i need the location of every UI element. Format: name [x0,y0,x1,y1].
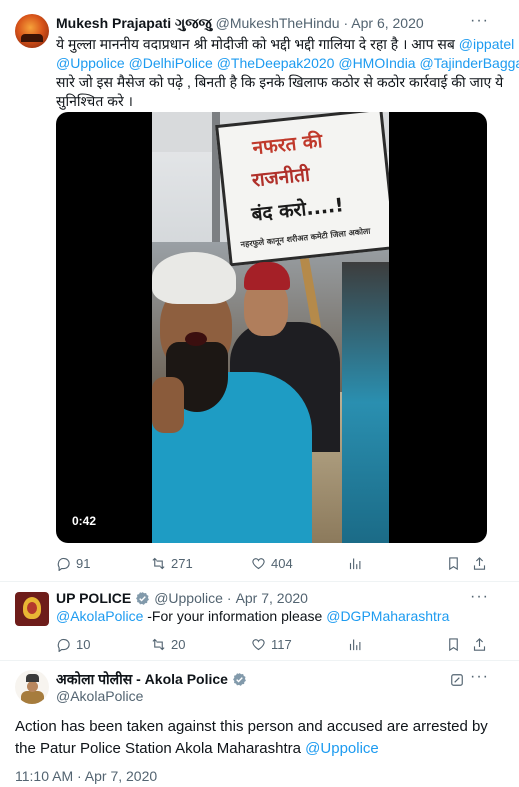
video-person [152,377,184,433]
reply-icon [57,557,70,571]
video-player[interactable]: नफरत की राजनीती बंद करो....! नहरफुले कान… [56,112,487,543]
mention-link[interactable]: @TajinderBagga [419,55,519,71]
mention-link[interactable]: @HMOIndia [338,55,415,71]
retweet-icon [152,638,165,650]
author-avatar[interactable] [15,592,49,626]
more-options-icon[interactable]: ··· [470,12,489,30]
police-emblem-icon [27,602,37,614]
tweet-header: UP POLICE @Uppolice · Apr 7, 2020 [56,590,308,606]
author-avatar[interactable] [15,670,49,704]
divider [0,660,519,661]
like-button[interactable]: 404 [251,553,293,573]
protest-placard: नफरत की राजनीती बंद करो....! नहरफुले कान… [215,112,389,267]
author-handle[interactable]: @MukeshTheHindu [216,15,340,31]
tweet-date[interactable]: Apr 7, 2020 [236,590,308,606]
bookmark-button[interactable] [446,634,461,654]
like-count: 404 [271,555,293,571]
avatar-figure [26,674,39,682]
more-options-icon[interactable]: ··· [470,668,489,686]
separator: · [343,15,349,31]
views-button[interactable] [348,634,363,654]
like-icon [252,638,265,650]
share-icon [473,556,486,570]
reply-button[interactable]: 10 [56,634,90,654]
views-button[interactable] [348,553,363,573]
mention-link[interactable]: @ippatel [459,36,514,52]
share-button[interactable] [472,634,487,654]
tweet-header: अकोला पोलीस - Akola Police [56,670,247,689]
tweet-text-line: Action has been taken against this perso… [15,718,488,735]
video-person [152,252,236,304]
avatar-figure [27,681,38,692]
verified-badge-icon [233,672,246,686]
author-handle[interactable]: @Uppolice [154,590,223,606]
video-person [244,262,290,290]
like-count: 117 [271,636,292,652]
mention-link[interactable]: @DelhiPolice [129,55,213,71]
text-segment: -For your information please [143,608,327,624]
mention-link[interactable]: @TheDeepak2020 [217,55,335,71]
tweet-actions: 91 271 404 [56,553,496,573]
reply-count: 10 [76,636,91,652]
tweet-text: ये मुल्ला माननीय वदाप्रधान श्री मोदीजी क… [56,35,519,111]
retweet-count: 20 [171,636,186,652]
tweet-text-line: ये मुल्ला माननीय वदाप्रधान श्री मोदीजी क… [56,35,514,54]
placard-text: नफरत की [251,130,324,160]
placard-text: बंद करो....! [250,194,345,226]
more-options-icon[interactable]: ··· [470,588,489,606]
video-person [185,332,207,346]
tweet-date[interactable]: Apr 6, 2020 [351,15,423,31]
mention-link[interactable]: @Uppolice [56,55,125,71]
text-segment: the Patur Police Station Akola Maharasht… [15,740,306,757]
tweet-text-line: the Patur Police Station Akola Maharasht… [15,738,505,760]
author-name[interactable]: Mukesh Prajapati ગુજજુ [56,15,212,31]
reply-icon [57,638,70,652]
text-segment: ये मुल्ला माननीय वदाप्रधान श्री मोदीजी क… [56,36,455,52]
video-duration: 0:42 [72,514,97,528]
verified-badge-icon [136,591,150,605]
tweet-text-line: सारे जो इस मैसेज को पढ़े , बिनती है कि इ… [56,74,504,90]
mention-link[interactable]: @DGPMaharashtra [326,608,449,624]
placard-text: राजनीती [250,163,311,192]
tweet-text-line: @Uppolice @DelhiPolice @TheDeepak2020 @H… [56,54,519,73]
tweet-text: Action has been taken against this perso… [15,716,505,760]
like-icon [252,557,265,569]
author-avatar[interactable] [15,14,49,48]
views-icon [349,558,361,569]
views-icon [349,639,361,650]
author-handle[interactable]: @AkolaPolice [56,688,143,704]
tweet-actions: 10 20 117 [56,634,496,654]
bookmark-button[interactable] [446,553,461,573]
divider [0,581,519,582]
reply-count: 91 [76,555,91,571]
tweet-timestamp[interactable]: 11:10 AM · Apr 7, 2020 [15,768,157,784]
retweet-count: 271 [171,555,193,571]
mention-link[interactable]: @AkolaPolice [56,608,143,624]
separator: · [226,590,232,606]
tweet-text-line: सुनिश्चित करे । [56,93,133,109]
like-button[interactable]: 117 [251,634,292,654]
retweet-button[interactable]: 271 [151,553,193,573]
author-name[interactable]: UP POLICE [56,590,131,606]
retweet-button[interactable]: 20 [151,634,185,654]
retweet-icon [152,557,165,569]
reply-button[interactable]: 91 [56,553,90,573]
avatar-figure [21,691,44,704]
video-person [342,262,389,543]
mention-link[interactable]: @Uppolice [305,740,379,757]
tweet-header: Mukesh Prajapati ગુજજુ @MukeshTheHindu ·… [56,15,424,32]
grok-icon[interactable] [450,673,464,687]
author-name[interactable]: अकोला पोलीस - Akola Police [56,670,228,689]
placard-text: नहरफुले कानून शरीअत कमेटी जिला अकोला [240,226,371,250]
bookmark-icon [449,637,458,651]
bookmark-icon [449,556,458,570]
tweet-original[interactable]: Mukesh Prajapati ગુજજુ @MukeshTheHindu ·… [0,0,519,582]
video-frame: नफरत की राजनीती बंद करो....! नहरफुले कान… [152,112,389,543]
tweet-text: @AkolaPolice -For your information pleas… [56,608,449,624]
share-icon [473,637,486,651]
share-button[interactable] [472,553,487,573]
